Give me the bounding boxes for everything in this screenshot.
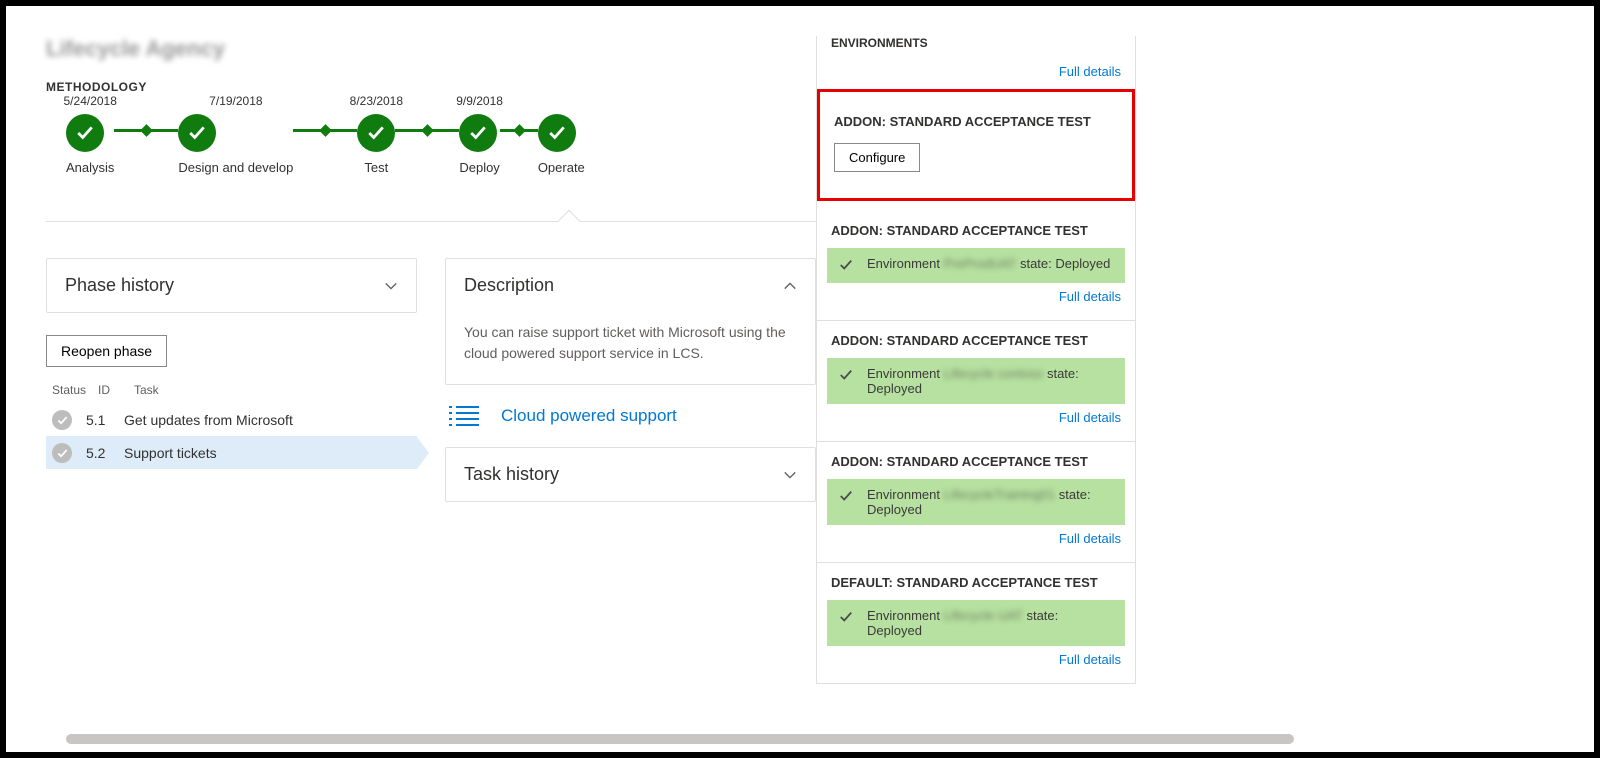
check-icon [52, 443, 72, 463]
task-id: 5.1 [86, 412, 110, 428]
description-panel: Description You can raise support ticket… [445, 258, 816, 385]
configure-button[interactable]: Configure [834, 143, 920, 172]
methodology-timeline: 5/24/2018 Analysis 7/19/2018 Design and … [66, 114, 816, 175]
panel-title: Phase history [65, 275, 174, 296]
environment-status: Environment PreProdUAT state: Deployed [827, 248, 1125, 283]
link-label: Cloud powered support [501, 406, 677, 426]
horizontal-scrollbar[interactable] [66, 734, 1294, 744]
environment-status: Environment Lifecycle UAT state: Deploye… [827, 600, 1125, 646]
full-details-link[interactable]: Full details [817, 646, 1135, 677]
task-history-panel: Task history [445, 447, 816, 502]
connector [395, 129, 459, 132]
description-body: You can raise support ticket with Micros… [446, 312, 815, 384]
connector [500, 129, 538, 132]
environments-heading: ENVIRONMENTS [817, 36, 1135, 58]
description-toggle[interactable]: Description [446, 259, 815, 312]
full-details-link[interactable]: Full details [817, 404, 1135, 435]
step-date: 9/9/2018 [456, 94, 503, 108]
environment-status: Environment Lifecycle contoso state: Dep… [827, 358, 1125, 404]
full-details-link[interactable]: Full details [817, 58, 1135, 89]
chevron-down-icon [384, 279, 398, 293]
step-date: 7/19/2018 [209, 94, 262, 108]
step-label: Design and develop [178, 160, 293, 175]
chevron-up-icon [783, 279, 797, 293]
cloud-support-link[interactable]: Cloud powered support [445, 385, 816, 447]
step-label: Analysis [66, 160, 114, 175]
step-analysis[interactable]: 5/24/2018 Analysis [66, 114, 114, 175]
check-icon [52, 410, 72, 430]
task-name: Support tickets [124, 445, 217, 461]
panel-title: Description [464, 275, 554, 296]
environment-title: DEFAULT: STANDARD ACCEPTANCE TEST [817, 563, 1135, 600]
status-text: Environment Lifecycle contoso state: Dep… [867, 366, 1113, 396]
check-icon [357, 114, 395, 152]
check-icon [839, 366, 853, 385]
task-history-toggle[interactable]: Task history [446, 448, 815, 501]
task-row[interactable]: 5.2 Support tickets [46, 436, 417, 469]
check-icon [839, 608, 853, 627]
col-task: Task [134, 383, 159, 397]
environment-title: ADDON: STANDARD ACCEPTANCE TEST [834, 114, 1118, 143]
environment-title: ADDON: STANDARD ACCEPTANCE TEST [817, 321, 1135, 358]
highlighted-environment: ADDON: STANDARD ACCEPTANCE TEST Configur… [817, 89, 1135, 201]
check-icon [178, 114, 216, 152]
connector [293, 129, 357, 132]
step-design[interactable]: 7/19/2018 Design and develop [178, 114, 293, 175]
task-name: Get updates from Microsoft [124, 412, 293, 428]
full-details-link[interactable]: Full details [817, 283, 1135, 314]
environment-card: ADDON: STANDARD ACCEPTANCE TEST Environm… [817, 211, 1135, 321]
check-icon [839, 256, 853, 275]
panel-title: Task history [464, 464, 559, 485]
list-icon [449, 405, 479, 427]
phase-history-toggle[interactable]: Phase history [47, 259, 416, 312]
step-label: Deploy [459, 160, 499, 175]
environment-title: ADDON: STANDARD ACCEPTANCE TEST [817, 211, 1135, 248]
environment-card: ADDON: STANDARD ACCEPTANCE TEST Environm… [817, 442, 1135, 563]
check-icon [459, 114, 497, 152]
task-id: 5.2 [86, 445, 110, 461]
step-operate[interactable]: Operate [538, 114, 585, 175]
environment-status: Environment LifecycleTraining01 state: D… [827, 479, 1125, 525]
step-test[interactable]: 8/23/2018 Test [357, 114, 395, 175]
check-icon [839, 487, 853, 506]
col-status: Status [52, 383, 86, 397]
task-table-header: Status ID Task [46, 383, 417, 403]
status-text: Environment LifecycleTraining01 state: D… [867, 487, 1113, 517]
environment-card: DEFAULT: STANDARD ACCEPTANCE TEST Enviro… [817, 563, 1135, 684]
chevron-down-icon [783, 468, 797, 482]
vertical-scrollbar[interactable] [1135, 136, 1136, 516]
step-deploy[interactable]: 9/9/2018 Deploy [459, 114, 499, 175]
project-title: Lifecycle Agency [46, 36, 816, 62]
step-label: Test [357, 160, 395, 175]
status-text: Environment PreProdUAT state: Deployed [867, 256, 1110, 271]
step-date: 5/24/2018 [64, 94, 117, 108]
environment-card: ADDON: STANDARD ACCEPTANCE TEST Environm… [817, 321, 1135, 442]
step-date: 8/23/2018 [350, 94, 403, 108]
connector [114, 129, 178, 132]
phase-history-panel: Phase history [46, 258, 417, 313]
reopen-phase-button[interactable]: Reopen phase [46, 335, 167, 367]
status-text: Environment Lifecycle UAT state: Deploye… [867, 608, 1113, 638]
methodology-heading: METHODOLOGY [46, 80, 816, 94]
environment-title: ADDON: STANDARD ACCEPTANCE TEST [817, 442, 1135, 479]
check-icon [538, 114, 576, 152]
full-details-link[interactable]: Full details [817, 525, 1135, 556]
environments-column: ENVIRONMENTS Full details ADDON: STANDAR… [816, 36, 1136, 684]
col-id: ID [98, 383, 122, 397]
step-label: Operate [538, 160, 585, 175]
task-row[interactable]: 5.1 Get updates from Microsoft [46, 403, 417, 436]
check-icon [66, 114, 104, 152]
